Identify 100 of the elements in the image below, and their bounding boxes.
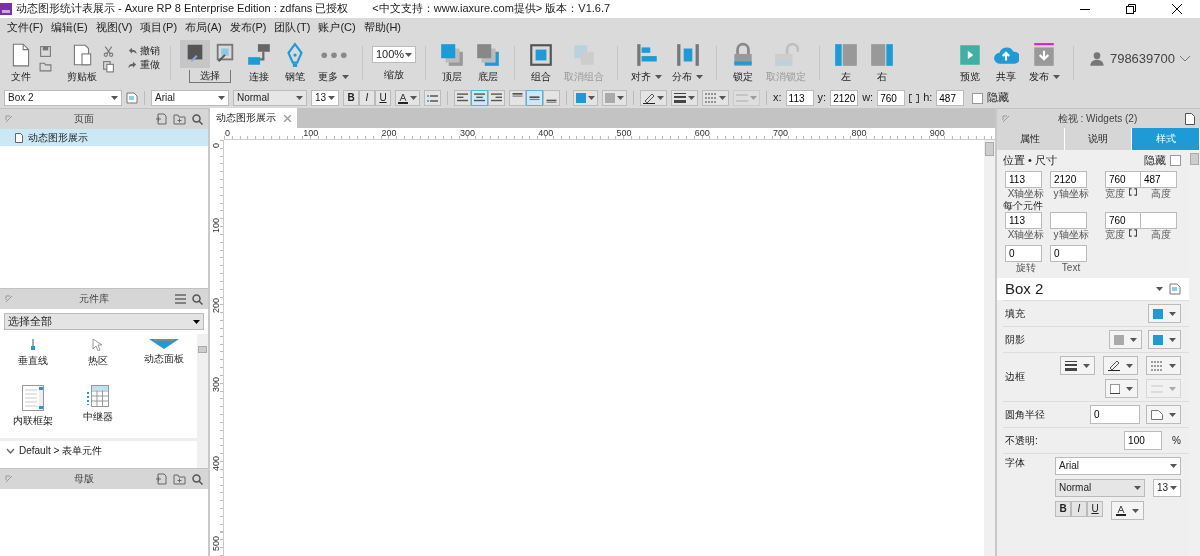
font-style-dropdown[interactable]: Normal (1055, 479, 1145, 498)
rotation-field[interactable]: 0 (1050, 245, 1087, 263)
document-tab[interactable]: 动态图形展示 (210, 108, 297, 128)
hidden-checkbox[interactable] (972, 92, 984, 104)
line-color-button[interactable] (1103, 356, 1138, 376)
inspector-tab[interactable]: 说明 (1064, 128, 1133, 150)
text-color-button[interactable] (1111, 501, 1144, 521)
font-size-dropdown[interactable]: 13 (1153, 479, 1181, 498)
right-button[interactable]: 右 (865, 40, 899, 84)
preview-button[interactable]: 预览 (952, 40, 987, 84)
scrollbar[interactable] (197, 334, 208, 468)
menu-item[interactable]: 编辑(E) (47, 20, 92, 35)
connect-button[interactable]: 连接 (242, 40, 276, 84)
search-button[interactable] (192, 293, 203, 305)
paste-button[interactable]: 剪贴板 (63, 40, 101, 84)
line-weight-button[interactable] (671, 90, 698, 106)
account-button[interactable]: 798639700 (1082, 50, 1196, 68)
cut-button[interactable] (101, 44, 116, 59)
left-button[interactable]: 左 (829, 40, 863, 84)
menu-item[interactable]: 文件(F) (3, 20, 48, 35)
distribute-button[interactable]: 分布 (668, 40, 707, 84)
menu-item[interactable]: 团队(T) (270, 20, 315, 35)
menu-item[interactable]: 视图(V) (91, 20, 137, 35)
line-weight-button[interactable] (1060, 356, 1095, 376)
lock-button[interactable]: 锁定 (726, 40, 760, 84)
file-button[interactable]: 文件 (4, 40, 38, 84)
coordinate-field[interactable]: 760 (1105, 171, 1142, 189)
menu-item[interactable]: 账户(C) (314, 20, 360, 35)
opacity-field[interactable]: 100 (1124, 431, 1163, 451)
share-button[interactable]: 共享 (988, 40, 1023, 84)
widget-name-dropdown[interactable]: Box 2 (4, 90, 122, 106)
fold-button[interactable] (173, 473, 186, 485)
underline-button[interactable]: U (1087, 501, 1103, 518)
hidden-checkbox[interactable] (1170, 155, 1181, 167)
coordinate-field[interactable]: 113 (1005, 171, 1042, 189)
library-widget[interactable]: 垂直线 (0, 338, 66, 378)
inspector-tab[interactable]: 属性 (997, 128, 1065, 150)
coordinate-field[interactable]: 760 (1105, 212, 1142, 230)
font-dropdown[interactable]: Arial (1055, 457, 1181, 476)
menu-item[interactable]: 发布(P) (225, 20, 271, 35)
page-item[interactable]: 动态图形展示 (0, 129, 208, 146)
scrollbar[interactable] (984, 140, 995, 556)
valign-button[interactable] (509, 90, 526, 106)
font-style-dropdown[interactable]: Normal (233, 90, 307, 106)
underline-button[interactable]: U (375, 90, 391, 106)
menu-button[interactable] (175, 294, 186, 304)
menu-item[interactable]: 项目(P) (136, 20, 182, 35)
align-button[interactable] (454, 90, 471, 106)
redo-button[interactable]: 重做 (126, 58, 161, 72)
align-button[interactable] (471, 90, 488, 106)
library-widget[interactable]: 内联框架 (0, 384, 66, 438)
coordinate-field[interactable] (1140, 212, 1177, 230)
shadow-color-button[interactable] (1148, 330, 1181, 350)
text-color-button[interactable] (395, 90, 420, 106)
font-size-dropdown[interactable]: 13 (311, 90, 339, 106)
chevron-button[interactable] (6, 448, 15, 454)
coordinate-field[interactable]: 487 (1140, 171, 1177, 189)
align-button[interactable]: 对齐 (627, 40, 666, 84)
valign-button[interactable] (543, 90, 560, 106)
zoom-dropdown[interactable]: 100% (372, 46, 416, 63)
more-button[interactable]: 更多 (314, 40, 353, 84)
valign-button[interactable] (526, 90, 543, 106)
search-button[interactable] (192, 473, 203, 485)
undo-button[interactable]: 撤销 (126, 44, 161, 58)
add-button[interactable] (155, 113, 167, 125)
position-field[interactable]: 2120 (830, 90, 859, 106)
position-field[interactable]: 760 (877, 90, 906, 106)
save-button[interactable] (38, 44, 53, 59)
library-widget[interactable]: 中继器 (65, 384, 132, 438)
library-widget[interactable]: 动态面板 (131, 338, 197, 378)
position-field[interactable]: 487 (936, 90, 965, 106)
radius-field[interactable]: 0 (1090, 405, 1140, 425)
bullets-button[interactable] (424, 90, 441, 106)
menu-item[interactable]: 布局(A) (181, 20, 226, 35)
corner-button[interactable] (1146, 405, 1181, 425)
coordinate-field[interactable] (1050, 212, 1087, 230)
bold-button[interactable]: B (1055, 501, 1071, 518)
border-sides-button[interactable] (1105, 379, 1138, 399)
position-field[interactable]: 113 (785, 90, 814, 106)
group-button[interactable]: 组合 (524, 40, 558, 84)
library-dropdown[interactable]: 选择全部 (4, 313, 204, 330)
add-button[interactable] (155, 473, 167, 485)
shadow-button[interactable] (1109, 330, 1142, 350)
bold-button[interactable]: B (343, 90, 359, 106)
align-button[interactable] (488, 90, 505, 106)
coordinate-field[interactable]: 2120 (1050, 171, 1087, 189)
coordinate-field[interactable]: 113 (1005, 212, 1042, 230)
italic-button[interactable]: I (1071, 501, 1087, 518)
search-button[interactable] (192, 113, 203, 125)
font-dropdown[interactable]: Arial (151, 90, 229, 106)
fold-button[interactable] (173, 113, 186, 125)
pen-button[interactable]: 钢笔 (278, 40, 312, 84)
shadow-button[interactable] (602, 90, 627, 106)
italic-button[interactable]: I (359, 90, 375, 106)
menu-item[interactable]: 帮助(H) (359, 20, 405, 35)
bottom-button[interactable]: 底层 (471, 40, 505, 84)
copy-button[interactable] (101, 59, 116, 74)
line-color-button[interactable] (640, 90, 667, 106)
top-button[interactable]: 顶层 (435, 40, 469, 84)
line-pattern-button[interactable] (702, 90, 729, 106)
